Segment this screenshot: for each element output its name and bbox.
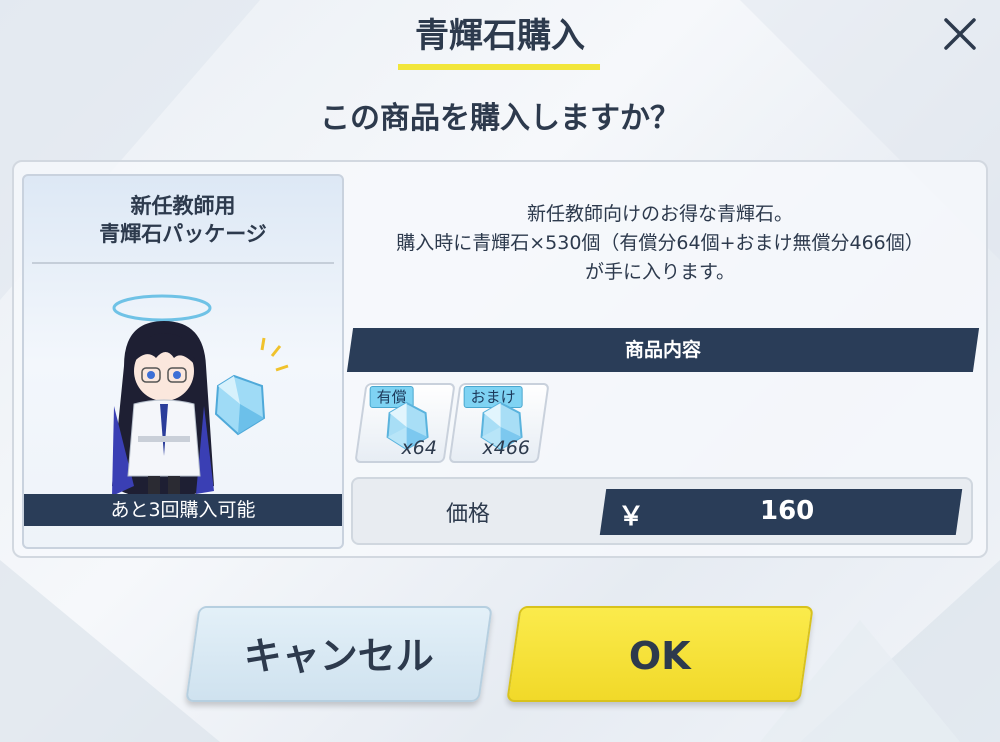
description-line3: が手に入ります。 [584, 261, 736, 283]
currency-symbol: ￥ [618, 502, 645, 532]
content-item-bonus[interactable]: おまけ x466 [448, 383, 550, 463]
product-name: 新任教師用 青輝石パッケージ [24, 192, 342, 248]
price-value: 160 [760, 496, 815, 526]
card-divider [32, 262, 334, 264]
close-icon [944, 18, 976, 50]
bonus-quantity: x466 [482, 437, 531, 459]
paid-quantity: x64 [401, 437, 437, 459]
product-description: 新任教師向けのお得な青輝石。 購入時に青輝石×530個（有償分64個+おまけ無償… [350, 200, 970, 287]
ok-button[interactable]: OK [506, 606, 814, 702]
purchase-limit-label: あと3回購入可能 [24, 494, 342, 526]
close-button[interactable] [938, 12, 982, 56]
product-name-line2: 青輝石パッケージ [99, 222, 267, 246]
title-underline [398, 64, 600, 70]
content-item-paid[interactable]: 有償 x64 [354, 383, 456, 463]
ok-button-label: OK [628, 634, 691, 678]
description-line2: 購入時に青輝石×530個（有償分64個+おまけ無償分466個） [396, 232, 924, 254]
price-label: 価格 [446, 502, 491, 527]
contents-header-label: 商品内容 [624, 339, 701, 361]
confirm-question: この商品を購入しますか？ [320, 101, 680, 136]
product-name-line1: 新任教師用 [130, 194, 236, 218]
dialog-title: 青輝石購入 [415, 16, 585, 56]
cancel-button[interactable]: キャンセル [185, 606, 493, 702]
contents-header: 商品内容 [346, 328, 980, 372]
product-card: 新任教師用 青輝石パッケージ あと3回購入可能 [22, 174, 344, 549]
description-line1: 新任教師向けのお得な青輝石。 [526, 203, 793, 225]
cancel-button-label: キャンセル [243, 634, 434, 678]
